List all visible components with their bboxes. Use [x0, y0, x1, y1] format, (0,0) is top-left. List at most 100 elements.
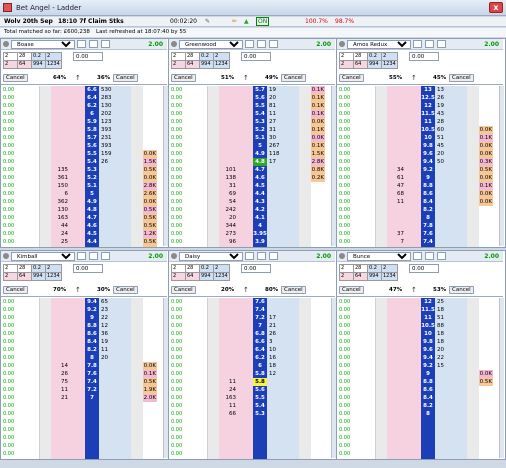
stake-cell[interactable]: [361, 238, 375, 246]
back-price-cell[interactable]: [69, 386, 85, 394]
my-back-cell[interactable]: [375, 330, 387, 338]
lay-price-cell[interactable]: [283, 86, 299, 94]
lay-volume-cell[interactable]: 26: [435, 94, 451, 102]
stake-cell[interactable]: [361, 458, 375, 459]
ladder-row[interactable]: 0.00 11 5.8: [169, 378, 335, 386]
my-back-cell[interactable]: [375, 246, 387, 247]
back-volume-cell[interactable]: 6: [51, 190, 69, 198]
stake-cell[interactable]: [193, 354, 207, 362]
back-volume-cell[interactable]: [219, 126, 237, 134]
lay-volume-cell[interactable]: 19: [435, 102, 451, 110]
my-lay-cell[interactable]: [299, 298, 311, 306]
lay-volume-cell[interactable]: [99, 386, 115, 394]
back-price-cell[interactable]: [69, 230, 85, 238]
my-lay-cell[interactable]: [299, 378, 311, 386]
my-lay-cell[interactable]: [467, 110, 479, 118]
stake-cell[interactable]: [193, 426, 207, 434]
ladder-row[interactable]: 0.00 6.2 16: [169, 354, 335, 362]
my-back-cell[interactable]: [39, 338, 51, 346]
lay-volume-cell[interactable]: [267, 306, 283, 314]
ladder-row[interactable]: 0.00 8.2 11: [1, 346, 167, 354]
my-lay-cell[interactable]: [299, 322, 311, 330]
my-lay-cell[interactable]: [467, 442, 479, 450]
stake-cell[interactable]: [193, 402, 207, 410]
my-back-cell[interactable]: [375, 142, 387, 150]
stake-cell[interactable]: [193, 394, 207, 402]
back-volume-cell[interactable]: 24: [219, 386, 237, 394]
back-volume-cell[interactable]: [387, 402, 405, 410]
my-lay-cell[interactable]: [467, 378, 479, 386]
my-lay-cell[interactable]: [131, 150, 143, 158]
ladder-row[interactable]: 0.00 66 5.3: [169, 410, 335, 418]
ladder-row[interactable]: 0.00 6.8 26: [169, 330, 335, 338]
back-price-cell[interactable]: [69, 166, 85, 174]
my-lay-cell[interactable]: [131, 198, 143, 206]
back-volume-cell[interactable]: 34: [387, 166, 405, 174]
my-back-cell[interactable]: [39, 298, 51, 306]
back-volume-cell[interactable]: 135: [51, 166, 69, 174]
my-lay-cell[interactable]: [131, 238, 143, 246]
back-price-cell[interactable]: [69, 126, 85, 134]
my-back-cell[interactable]: [375, 86, 387, 94]
back-price-cell[interactable]: [69, 418, 85, 426]
lay-volume-cell[interactable]: 231: [99, 134, 115, 142]
ladder-row[interactable]: 0.00 26 7.6 0.1K: [1, 370, 167, 378]
my-lay-cell[interactable]: [131, 134, 143, 142]
back-volume-cell[interactable]: 69: [219, 190, 237, 198]
my-lay-cell[interactable]: [467, 222, 479, 230]
ladder-row[interactable]: 0.00 68 8.6 0.0K: [337, 190, 503, 198]
lay-volume-cell[interactable]: [99, 426, 115, 434]
my-back-cell[interactable]: [375, 230, 387, 238]
dropdown-chevron-icon[interactable]: [413, 252, 422, 260]
lay-volume-cell[interactable]: [435, 410, 451, 418]
back-volume-cell[interactable]: 11: [51, 386, 69, 394]
cancel-lay-button[interactable]: Cancel: [281, 286, 306, 294]
back-price-cell[interactable]: [69, 394, 85, 402]
stake-input[interactable]: 0.00: [73, 52, 103, 61]
lay-volume-cell[interactable]: 10: [267, 346, 283, 354]
back-volume-cell[interactable]: [51, 330, 69, 338]
my-lay-cell[interactable]: [299, 94, 311, 102]
lay-price-cell[interactable]: [115, 230, 131, 238]
stake-cell[interactable]: [361, 434, 375, 442]
lay-volume-cell[interactable]: 17: [267, 314, 283, 322]
lay-volume-cell[interactable]: [99, 450, 115, 458]
back-price-cell[interactable]: [237, 386, 253, 394]
stake-cell[interactable]: [25, 214, 39, 222]
lay-price-cell[interactable]: [451, 434, 467, 442]
stake-cell[interactable]: [193, 118, 207, 126]
back-volume-cell[interactable]: [51, 450, 69, 458]
my-back-cell[interactable]: [39, 142, 51, 150]
lay-volume-cell[interactable]: 22: [435, 354, 451, 362]
ladder-row[interactable]: 0.00 5.4 11 0.1K: [169, 110, 335, 118]
my-lay-cell[interactable]: [131, 158, 143, 166]
stake-cell[interactable]: [25, 322, 39, 330]
ladder-row[interactable]: 0.00 7.2 17: [169, 314, 335, 322]
lay-price-cell[interactable]: [283, 450, 299, 458]
dropdown-chevron-icon[interactable]: [413, 40, 422, 48]
ladder-row[interactable]: 0.00 101 4.7 0.8K: [169, 166, 335, 174]
ladder-row[interactable]: 0.00 25 4.4 0.5K: [1, 238, 167, 246]
stake-cell[interactable]: [25, 222, 39, 230]
back-volume-cell[interactable]: [51, 338, 69, 346]
stake-cell[interactable]: [361, 298, 375, 306]
my-back-cell[interactable]: [39, 94, 51, 102]
back-price-cell[interactable]: [405, 126, 421, 134]
lay-volume-cell[interactable]: 20: [435, 150, 451, 158]
my-back-cell[interactable]: [39, 442, 51, 450]
lay-volume-cell[interactable]: [99, 166, 115, 174]
back-price-cell[interactable]: [237, 418, 253, 426]
stake-cell[interactable]: [193, 222, 207, 230]
ladder-row[interactable]: 0.00 24 4.5 1.2K: [1, 230, 167, 238]
chart-icon[interactable]: [437, 40, 446, 48]
my-lay-cell[interactable]: [467, 142, 479, 150]
my-lay-cell[interactable]: [299, 458, 311, 459]
stake-input[interactable]: 0.00: [241, 52, 271, 61]
ladder-row[interactable]: 0.00: [169, 450, 335, 458]
my-lay-cell[interactable]: [131, 434, 143, 442]
ladder-row[interactable]: 0.00: [169, 458, 335, 459]
stake-cell[interactable]: [25, 450, 39, 458]
back-price-cell[interactable]: [405, 134, 421, 142]
settings-icon[interactable]: [257, 252, 266, 260]
back-price-cell[interactable]: [69, 378, 85, 386]
